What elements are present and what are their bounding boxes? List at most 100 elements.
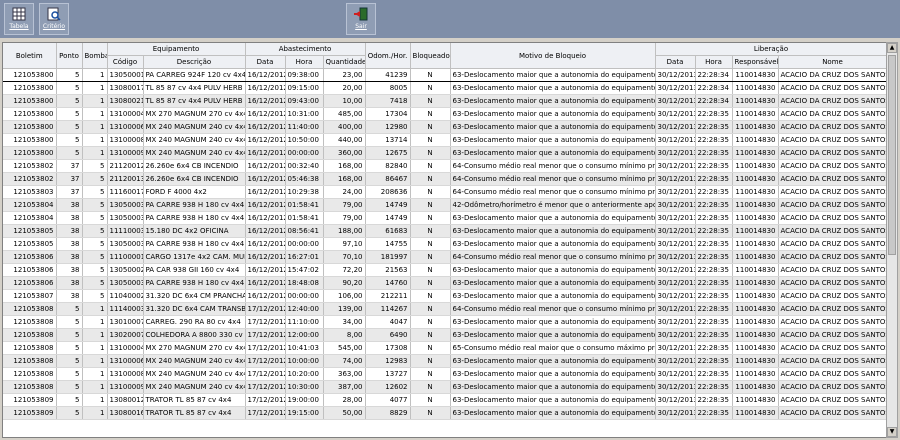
table-cell: 22:28:35 [695,224,733,238]
col-descricao[interactable]: Descrição [143,55,246,69]
col-ponto[interactable]: Ponto [56,43,83,69]
scroll-thumb[interactable] [888,55,896,255]
data-grid[interactable]: Boletim Ponto Bomba Equipamento Abasteci… [2,42,888,438]
table-cell: 13080021 [107,94,144,108]
table-cell: 22:28:35 [695,367,733,381]
table-cell: N [410,146,451,160]
table-cell: 30/12/2013 [655,94,696,108]
table-cell: 30/12/2013 [655,107,696,121]
table-cell: 4077 [365,393,411,407]
table-row[interactable]: 121053805 38 5 11110003 15.180 DC 4x2 OFICIN… [3,224,887,238]
col-codigo[interactable]: Código [107,55,144,69]
table-cell: 8005 [365,81,411,95]
table-cell: 17/12/2012 [245,406,286,420]
table-row[interactable]: 121053800 5 1 13080021 TL 85 87 cv 4x4 PULV … [3,94,887,108]
table-row[interactable]: 121053806 38 5 13050002 PA CAR 938 GII 160 c… [3,263,887,277]
table-row[interactable]: 121053803 37 5 11160017 FORD F 4000 4x2 16/12… [3,185,887,199]
criterio-button[interactable]: Critério [39,3,69,35]
table-row[interactable]: 121053800 5 1 13050001 PA CARREG 924F 120 cv… [3,68,887,82]
table-row[interactable]: 121053808 5 1 13010007 CARREG. 290 RA 80 cv … [3,315,887,329]
col-quantidade[interactable]: Quantidade [323,55,366,69]
table-cell: MX 240 MAGNUM 240 cv 4x4 [143,146,246,160]
col-responsavel[interactable]: Responsável [732,55,779,69]
vertical-scrollbar[interactable]: ▲ ▼ [886,42,898,438]
table-row[interactable]: 121053808 5 1 13100004 MX 270 MAGNUM 270 cv … [3,341,887,355]
col-bloqueado[interactable]: Bloqueado [410,43,451,69]
table-cell: 64-Consumo médio real menor que o consum… [450,185,656,199]
table-cell: 05:46:38 [285,172,324,186]
table-cell: 11110003 [107,224,144,238]
table-cell: 30/12/2013 [655,380,696,394]
table-cell: 16/12/2012 [245,94,286,108]
table-row[interactable]: 121053809 5 1 13080012 TRATOR TL 85 87 cv 4x… [3,393,887,407]
table-cell: 22:28:35 [695,354,733,368]
table-cell: ACACIO DA CRUZ DOS SANTOS [778,367,887,381]
table-cell: 22:28:35 [695,328,733,342]
table-row[interactable]: 121053800 5 1 13100008 MX 240 MAGNUM 240 cv … [3,133,887,147]
table-cell: 79,00 [323,198,366,212]
table-row[interactable]: 121053807 38 5 11040002 31.320 DC 6x4 CM PRA… [3,289,887,303]
table-cell: 72,20 [323,263,366,277]
sair-button[interactable]: Sair [346,3,376,35]
tabela-button[interactable]: Tabela [4,3,34,35]
table-cell: 1 [82,81,108,95]
table-cell: PA CARRE 938 H 180 cv 4x4 [143,237,246,251]
table-row[interactable]: 121053808 5 1 13020007 COLHEDORA A 8800 330 … [3,328,887,342]
col-bomba[interactable]: Bomba [82,43,108,69]
table-cell: 22:28:35 [695,120,733,134]
table-cell: 79,00 [323,211,366,225]
table-cell: 1 [82,302,108,316]
table-row[interactable]: 121053800 5 1 13100009 MX 240 MAGNUM 240 cv … [3,146,887,160]
table-row[interactable]: 121053808 5 1 13100008 MX 240 MAGNUM 240 cv … [3,367,887,381]
table-cell: 5 [82,198,108,212]
col-lib-hora[interactable]: Hora [695,55,733,69]
col-nome[interactable]: Nome [778,55,887,69]
table-cell: 13080017 [107,81,144,95]
table-row[interactable]: 121053800 5 1 13080017 TL 85 87 cv 4x4 PULV … [3,81,887,95]
table-row[interactable]: 121053806 38 5 13050003 PA CARRE 938 H 180 c… [3,276,887,290]
table-cell: N [410,289,451,303]
table-cell: 110014830 [732,393,779,407]
table-cell: 16/12/2012 [245,107,286,121]
table-cell: 10:31:00 [285,107,324,121]
table-cell: 16/12/2012 [245,289,286,303]
scroll-down-icon[interactable]: ▼ [887,427,897,437]
table-row[interactable]: 121053808 5 1 13100009 MX 240 MAGNUM 240 cv … [3,380,887,394]
table-cell: N [410,159,451,173]
table-row[interactable]: 121053804 38 5 13050003 PA CARRE 938 H 180 c… [3,198,887,212]
table-cell: ACACIO DA CRUZ DOS SANTOS [778,237,887,251]
col-hora[interactable]: Hora [285,55,324,69]
table-cell: 1 [82,393,108,407]
table-row[interactable]: 121053800 5 1 13100004 MX 270 MAGNUM 270 cv … [3,107,887,121]
table-row[interactable]: 121053802 37 5 21120013 26.260e 6x4 CB INCEN… [3,172,887,186]
table-row[interactable]: 121053800 5 1 13100006 MX 240 MAGNUM 240 cv … [3,120,887,134]
table-cell: PA CARRE 938 H 180 cv 4x4 [143,198,246,212]
scroll-up-icon[interactable]: ▲ [887,43,897,53]
table-cell: 22:28:35 [695,211,733,225]
table-cell: 110014830 [732,107,779,121]
table-row[interactable]: 121053808 5 1 11140003 31.320 DC 6x4 CAM TRA… [3,302,887,316]
col-lib-data[interactable]: Data [655,55,696,69]
table-row[interactable]: 121053808 5 1 13100006 MX 240 MAGNUM 240 cv … [3,354,887,368]
table-cell: 22:28:34 [695,94,733,108]
col-boletim[interactable]: Boletim [3,43,57,69]
col-data[interactable]: Data [245,55,286,69]
table-cell: 11100001 [107,250,144,264]
table-cell: MX 240 MAGNUM 240 cv 4x4 [143,120,246,134]
table-cell: 16/12/2012 [245,185,286,199]
table-cell: 38 [56,263,83,277]
table-cell: 110014830 [732,380,779,394]
table-row[interactable]: 121053804 38 5 13050003 PA CARRE 938 H 180 c… [3,211,887,225]
table-cell: 63-Deslocamento maior que a autonomia do… [450,224,656,238]
table-cell: N [410,328,451,342]
table-row[interactable]: 121053802 37 5 21120012 26.260e 6x4 CB INCEN… [3,159,887,173]
table-cell: 10:20:00 [285,367,324,381]
table-cell: 1 [82,354,108,368]
table-cell: 110014830 [732,120,779,134]
col-motivo[interactable]: Motivo de Bloqueio [450,43,656,69]
table-row[interactable]: 121053806 38 5 11100001 CARGO 1317e 4x2 CAM.… [3,250,887,264]
table-row[interactable]: 121053809 5 1 13080016 TRATOR TL 85 87 cv 4x… [3,406,887,420]
col-odom[interactable]: Odom./Hor. [365,43,411,69]
table-row[interactable]: 121053805 38 5 13050003 PA CARRE 938 H 180 c… [3,237,887,251]
table-cell: 21563 [365,263,411,277]
